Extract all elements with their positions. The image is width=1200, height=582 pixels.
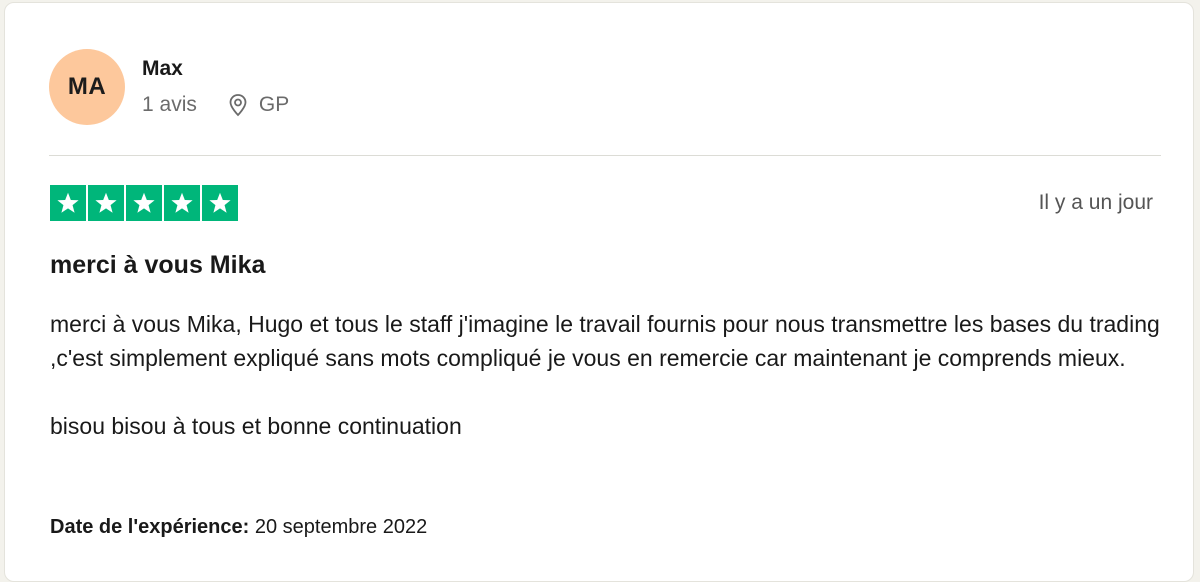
experience-label: Date de l'expérience:: [50, 516, 250, 538]
reviews-count: 1 avis: [142, 93, 197, 116]
reviewer-location: GP: [258, 93, 290, 116]
review-paragraph: merci à vous Mika, Hugo et tous le staff…: [50, 311, 1160, 371]
review-card: MA Max 1 avis GP Il y a un jour merci à …: [4, 2, 1194, 582]
experience-value: 20 septembre 2022: [254, 516, 428, 538]
star-icon: [88, 185, 124, 221]
star-rating: [50, 185, 238, 221]
star-icon: [164, 185, 200, 221]
divider: [49, 155, 1161, 156]
review-paragraph: bisou bisou à tous et bonne continuation: [50, 413, 462, 439]
reviewer-meta: 1 avis GP: [142, 93, 289, 117]
experience-date: Date de l'expérience: 20 septembre 2022: [50, 516, 427, 539]
star-icon: [126, 185, 162, 221]
map-pin-icon: [227, 93, 249, 117]
star-icon: [50, 185, 86, 221]
review-body: merci à vous Mika, Hugo et tous le staff…: [50, 307, 1160, 443]
star-icon: [202, 185, 238, 221]
reviewer-name[interactable]: Max: [142, 57, 183, 81]
avatar[interactable]: MA: [49, 49, 125, 125]
review-title[interactable]: merci à vous Mika: [50, 251, 265, 280]
review-date: Il y a un jour: [1038, 191, 1153, 214]
